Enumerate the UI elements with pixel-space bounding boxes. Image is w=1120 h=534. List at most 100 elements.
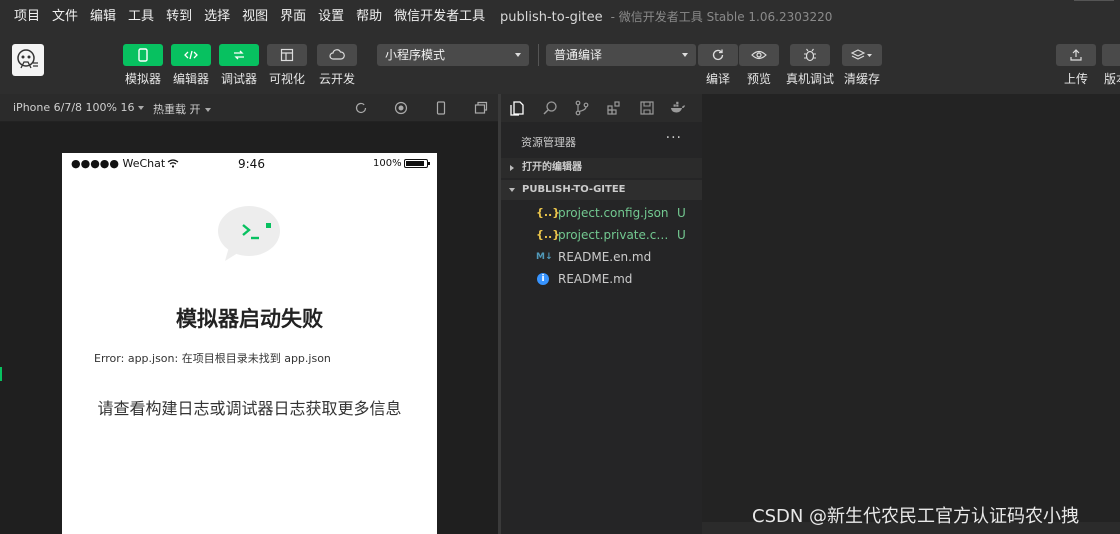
battery-icon — [404, 159, 430, 168]
file-item[interactable]: {..} project.private.config.json U — [501, 224, 702, 246]
version-button[interactable] — [1102, 44, 1120, 66]
simulator-toggle-button[interactable] — [123, 44, 163, 66]
upload-button[interactable] — [1056, 44, 1096, 66]
more-actions-button[interactable]: ··· — [666, 130, 682, 146]
toolbar: 模拟器 编辑器 调试器 可视化 云开发 小程序模式 普通编译 编译 预览 真机调… — [0, 34, 1120, 94]
chevron-down-icon — [682, 53, 688, 57]
window-controls — [1074, 0, 1114, 4]
visual-label: 可视化 — [268, 72, 306, 86]
menu-edit[interactable]: 编辑 — [84, 0, 122, 34]
files-icon — [510, 101, 524, 116]
cloud-label: 云开发 — [318, 72, 356, 86]
cloud-button[interactable] — [317, 44, 357, 66]
project-folder-label: PUBLISH-TO-GITEE — [522, 184, 626, 195]
simulator-header: iPhone 6/7/8 100% 16 热重载 开 — [0, 94, 498, 122]
editor-area[interactable] — [702, 94, 1120, 534]
search-tab[interactable] — [542, 100, 558, 116]
docker-tab[interactable] — [670, 100, 686, 116]
window-title: publish-to-gitee - 微信开发者工具 Stable 1.06.23… — [500, 0, 832, 35]
app-version: - 微信开发者工具 Stable 1.06.2303220 — [610, 10, 833, 24]
device-select[interactable]: iPhone 6/7/8 100% 16 — [13, 101, 145, 114]
error-message: Error: app.json: 在项目根目录未找到 app.json — [94, 352, 331, 365]
editor-label: 编辑器 — [172, 72, 210, 86]
avatar[interactable] — [12, 44, 44, 76]
json-file-icon: {..} — [536, 228, 561, 241]
file-name: README.md — [558, 272, 633, 286]
detach-window-button[interactable] — [473, 100, 489, 116]
real-device-debug-label: 真机调试 — [785, 72, 835, 86]
file-item[interactable]: M↓ README.en.md — [501, 246, 702, 268]
menu-help[interactable]: 帮助 — [350, 0, 388, 34]
cloud-icon — [329, 49, 345, 60]
eye-icon — [751, 50, 767, 60]
upload-label: 上传 — [1063, 72, 1089, 86]
main-menu: 项目 文件 编辑 工具 转到 选择 视图 界面 设置 帮助 微信开发者工具 — [0, 0, 491, 34]
menu-select[interactable]: 选择 — [198, 0, 236, 34]
compile-button[interactable] — [698, 44, 738, 66]
info-file-icon: i — [537, 273, 549, 285]
file-name: project.private.config.json — [558, 228, 670, 242]
file-name: README.en.md — [558, 250, 652, 264]
mode-select-value: 小程序模式 — [385, 48, 446, 62]
project-folder-section[interactable]: PUBLISH-TO-GITEE — [501, 180, 702, 200]
active-indicator — [0, 367, 2, 381]
watermark: CSDN @新生代农民工官方认证码农小拽 — [752, 506, 1080, 527]
extensions-tab[interactable] — [606, 100, 622, 116]
menu-view[interactable]: 视图 — [236, 0, 274, 34]
layout-icon — [280, 48, 294, 62]
storage-tab[interactable] — [639, 100, 655, 116]
explorer-panel: 资源管理器 ··· 打开的编辑器 PUBLISH-TO-GITEE {..} p… — [501, 94, 702, 534]
chevron-down-icon — [204, 108, 211, 112]
editor-toggle-button[interactable] — [171, 44, 211, 66]
visual-button[interactable] — [267, 44, 307, 66]
compile-label: 编译 — [705, 72, 731, 86]
device-button[interactable] — [433, 100, 449, 116]
menu-interface[interactable]: 界面 — [274, 0, 312, 34]
terminal-bubble-icon — [218, 206, 280, 261]
stop-button[interactable] — [393, 100, 409, 116]
menu-goto[interactable]: 转到 — [160, 0, 198, 34]
git-branch-icon — [575, 100, 589, 116]
chevron-down-icon — [515, 53, 521, 57]
simulator-label: 模拟器 — [124, 72, 162, 86]
chevron-right-icon — [510, 165, 514, 171]
menu-file[interactable]: 文件 — [46, 0, 84, 34]
debugger-toggle-button[interactable] — [219, 44, 259, 66]
upload-icon — [1070, 49, 1082, 61]
rotate-button[interactable] — [353, 100, 369, 116]
device-select-value: iPhone 6/7/8 100% 16 — [13, 101, 135, 114]
chevron-down-icon — [138, 106, 145, 110]
file-item[interactable]: {..} project.config.json U — [501, 202, 702, 224]
simulator-area: ●●●●● WeChat 9:46 100% 模拟器启动失败 Error: ap… — [0, 122, 498, 534]
clear-cache-button[interactable] — [842, 44, 882, 66]
real-device-debug-button[interactable] — [790, 44, 830, 66]
menu-settings[interactable]: 设置 — [312, 0, 350, 34]
search-icon — [543, 101, 557, 115]
hot-reload-value: 热重载 开 — [153, 103, 201, 116]
markdown-file-icon: M↓ — [536, 252, 553, 262]
version-label: 版本 — [1103, 72, 1120, 86]
explorer-tab[interactable] — [509, 100, 525, 116]
open-editors-section[interactable]: 打开的编辑器 — [501, 158, 702, 178]
menu-tools[interactable]: 工具 — [122, 0, 160, 34]
compile-mode-select[interactable]: 普通编译 — [546, 44, 696, 66]
window-icon — [474, 101, 488, 114]
hot-reload-toggle[interactable]: 热重载 开 — [153, 101, 211, 117]
divider — [538, 44, 539, 66]
json-file-icon: {..} — [536, 206, 561, 219]
preview-button[interactable] — [739, 44, 779, 66]
mode-select[interactable]: 小程序模式 — [377, 44, 529, 66]
menu-project[interactable]: 项目 — [8, 0, 46, 34]
project-name: publish-to-gitee — [500, 10, 603, 25]
phone-screen[interactable]: ●●●●● WeChat 9:46 100% 模拟器启动失败 Error: ap… — [62, 153, 437, 534]
phone-icon — [138, 48, 148, 62]
open-editors-label: 打开的编辑器 — [522, 162, 582, 173]
file-item[interactable]: i README.md — [501, 268, 702, 290]
explorer-title: 资源管理器 — [521, 136, 576, 149]
avatar-icon — [17, 49, 38, 69]
menu-devtools[interactable]: 微信开发者工具 — [388, 0, 491, 34]
git-status-badge: U — [677, 228, 686, 242]
debugger-icon — [234, 50, 244, 60]
refresh-icon — [712, 49, 724, 61]
source-control-tab[interactable] — [574, 100, 590, 116]
